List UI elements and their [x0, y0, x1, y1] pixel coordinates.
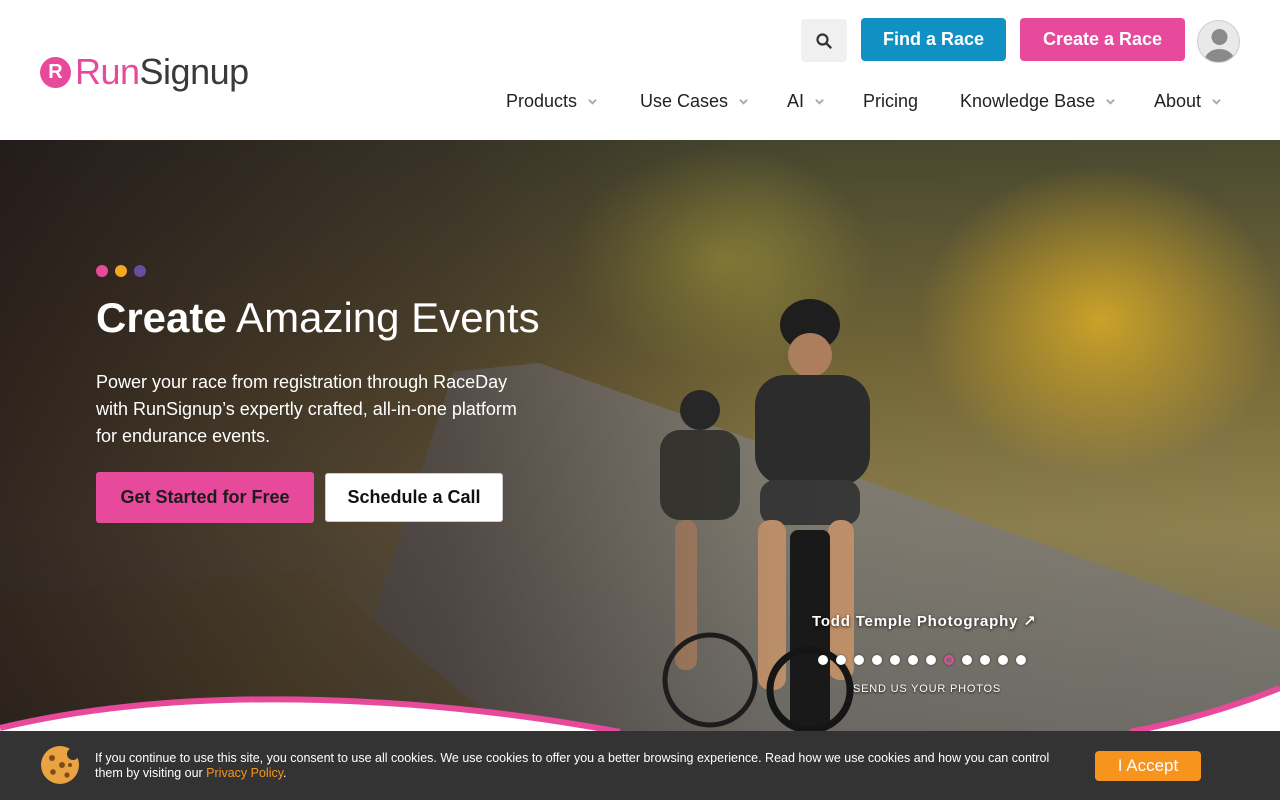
- yellow-dot: [115, 265, 127, 277]
- nav-label: About: [1154, 90, 1202, 111]
- chevron-down-icon: [1212, 98, 1221, 105]
- slide-dot[interactable]: [908, 655, 918, 665]
- slide-dot[interactable]: [980, 655, 990, 665]
- logo-wordmark: RunSignup: [75, 54, 249, 90]
- hero-title-bold: Create: [96, 294, 227, 341]
- search-button[interactable]: [801, 19, 847, 62]
- nav-label: Knowledge Base: [960, 90, 1096, 111]
- hero-title: Create Amazing Events: [96, 294, 540, 341]
- nav-label: Pricing: [863, 90, 919, 111]
- hero-title-rest: Amazing Events: [236, 294, 540, 341]
- logo-signup-text: Signup: [139, 51, 250, 92]
- slide-dot[interactable]: [998, 655, 1008, 665]
- user-avatar-button[interactable]: [1197, 20, 1240, 63]
- user-avatar-icon: [1204, 29, 1235, 62]
- cookie-text-end: .: [283, 766, 287, 780]
- hero-subtitle: Power your race from registration throug…: [96, 372, 517, 446]
- slide-dot-active[interactable]: [944, 655, 954, 665]
- nav-item-about[interactable]: About: [1154, 88, 1222, 114]
- cookie-message: If you continue to use this site, you co…: [95, 751, 1065, 781]
- find-race-button[interactable]: Find a Race: [861, 18, 1006, 61]
- slide-dot[interactable]: [836, 655, 846, 665]
- schedule-call-button[interactable]: Schedule a Call: [325, 473, 503, 522]
- hero-banner: Create Amazing Events Power your race fr…: [0, 140, 1280, 740]
- slide-dot[interactable]: [818, 655, 828, 665]
- runsignup-logo[interactable]: R RunSignup: [40, 52, 249, 92]
- nav-label: Products: [506, 90, 578, 111]
- chevron-down-icon: [588, 98, 597, 105]
- chevron-down-icon: [739, 98, 748, 105]
- slide-dot[interactable]: [962, 655, 972, 665]
- logo-mark-icon: R: [40, 56, 71, 88]
- slide-dot[interactable]: [854, 655, 864, 665]
- nav-item-knowledge-base[interactable]: Knowledge Base: [960, 88, 1116, 114]
- nav-item-pricing[interactable]: Pricing: [863, 88, 918, 114]
- nav-label: AI: [787, 90, 805, 111]
- slide-dot[interactable]: [1016, 655, 1026, 665]
- slide-dot[interactable]: [890, 655, 900, 665]
- photo-credit-link[interactable]: Todd Temple Photography ↗: [812, 612, 1037, 630]
- logo-run-text: Run: [75, 51, 140, 92]
- create-race-button[interactable]: Create a Race: [1020, 18, 1185, 61]
- pink-dot: [96, 265, 108, 277]
- cookie-consent-bar: If you continue to use this site, you co…: [0, 731, 1280, 800]
- purple-dot: [134, 265, 146, 277]
- nav-item-ai[interactable]: AI: [787, 88, 825, 114]
- chevron-down-icon: [815, 98, 824, 105]
- nav-item-products[interactable]: Products: [506, 88, 598, 114]
- chevron-down-icon: [1106, 98, 1115, 105]
- slide-dot[interactable]: [926, 655, 936, 665]
- accept-cookies-button[interactable]: I Accept: [1095, 751, 1201, 781]
- privacy-policy-link[interactable]: Privacy Policy: [206, 766, 283, 780]
- main-nav: Products Use Cases AI Pricing Knowledge …: [0, 88, 1280, 114]
- nav-item-use-cases[interactable]: Use Cases: [640, 88, 749, 114]
- slide-dot[interactable]: [872, 655, 882, 665]
- get-started-button[interactable]: Get Started for Free: [96, 472, 314, 523]
- decorative-dots: [96, 265, 146, 277]
- cookie-icon: [41, 746, 79, 784]
- search-icon: [816, 32, 832, 49]
- site-header: R RunSignup Find a Race Create a Race Pr…: [0, 0, 1280, 140]
- nav-label: Use Cases: [640, 90, 729, 111]
- slide-pagination: [818, 655, 1026, 665]
